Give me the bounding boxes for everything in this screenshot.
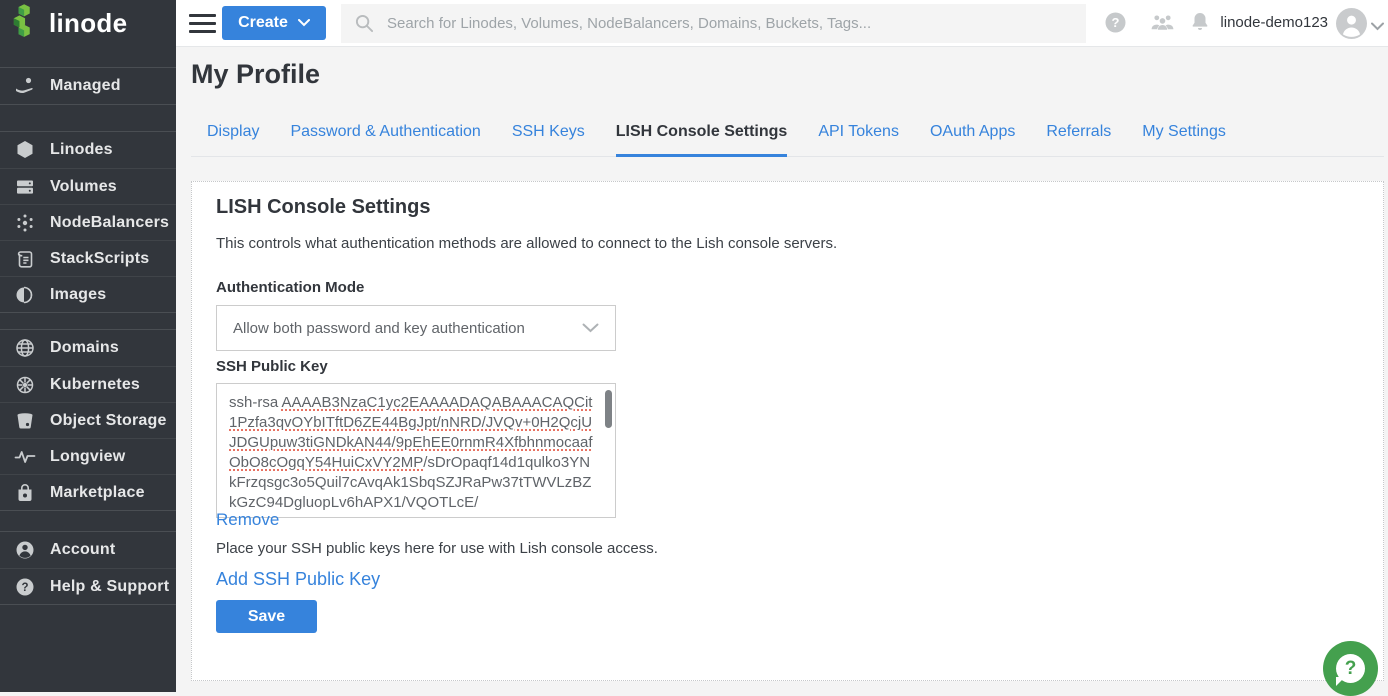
sidebar-item-kubernetes[interactable]: Kubernetes	[0, 366, 176, 402]
sidebar-item-stackscripts[interactable]: StackScripts	[0, 240, 176, 276]
sidebar-item-domains[interactable]: Domains	[0, 330, 176, 366]
ssh-public-key-label: SSH Public Key	[216, 358, 328, 375]
hamburger-menu-icon[interactable]	[189, 14, 216, 33]
chat-bubble-icon: ?	[1336, 654, 1365, 683]
sidebar-item-volumes[interactable]: Volumes	[0, 168, 176, 204]
sidebar-item-images[interactable]: Images	[0, 276, 176, 312]
tab-lish-console-settings[interactable]: LISH Console Settings	[616, 123, 788, 156]
sidebar-item-managed[interactable]: Managed	[0, 68, 176, 104]
lish-settings-panel: LISH Console Settings This controls what…	[191, 181, 1384, 681]
help-icon: ?	[13, 576, 37, 598]
username[interactable]: linode-demo123	[1220, 14, 1328, 31]
sidebar-item-linodes[interactable]: Linodes	[0, 132, 176, 168]
sidebar-item-label: Longview	[50, 448, 125, 466]
sidebar-item-label: Kubernetes	[50, 376, 140, 394]
auth-mode-value: Allow both password and key authenticati…	[233, 320, 525, 337]
linode-cube-icon	[13, 139, 37, 161]
tab-my-settings[interactable]: My Settings	[1142, 123, 1226, 156]
sidebar-group-managed: Managed	[0, 67, 176, 105]
brand-name: linode	[49, 8, 127, 39]
linode-logo[interactable]: linode	[0, 0, 176, 47]
search-input[interactable]	[387, 15, 1072, 32]
sidebar-item-label: Account	[50, 541, 115, 559]
shopping-bag-icon	[13, 482, 37, 504]
pulse-icon	[13, 446, 37, 468]
sidebar-item-marketplace[interactable]: Marketplace	[0, 474, 176, 510]
chevron-down-icon	[582, 323, 599, 333]
sidebar-item-label: Domains	[50, 339, 119, 357]
sidebar-item-nodebalancers[interactable]: NodeBalancers	[0, 204, 176, 240]
sidebar-item-account[interactable]: Account	[0, 532, 176, 568]
sidebar-item-label: Object Storage	[50, 412, 167, 430]
svg-text:?: ?	[21, 582, 28, 594]
textarea-scrollbar[interactable]	[605, 390, 612, 428]
create-button-label: Create	[238, 14, 288, 32]
ssh-public-key-textarea[interactable]: ssh-rsa AAAAB3NzaC1yc2EAAAADAQABAAACAQCi…	[216, 383, 616, 518]
sidebar-item-label: Linodes	[50, 141, 113, 159]
remove-key-link[interactable]: Remove	[216, 510, 279, 530]
sidebar-group-compute: Linodes Volumes	[0, 131, 176, 313]
notifications-bell-icon[interactable]	[1189, 11, 1211, 39]
sidebar-item-object-storage[interactable]: Object Storage	[0, 402, 176, 438]
profile-tabs: Display Password & Authentication SSH Ke…	[191, 123, 1384, 157]
sidebar-item-label: Marketplace	[50, 484, 145, 502]
tab-referrals[interactable]: Referrals	[1046, 123, 1111, 156]
nodebalancers-icon	[13, 212, 37, 234]
linode-logo-icon	[12, 3, 40, 44]
help-circle-icon[interactable]: ?	[1104, 11, 1127, 39]
top-bar: linode Create ?	[0, 0, 1388, 47]
save-button[interactable]: Save	[216, 600, 317, 633]
search-icon	[355, 14, 374, 33]
question-mark: ?	[1345, 658, 1357, 680]
help-fab-button[interactable]: ?	[1323, 641, 1378, 696]
panel-description: This controls what authentication method…	[216, 235, 837, 252]
panel-heading: LISH Console Settings	[216, 196, 430, 219]
chevron-down-icon	[298, 19, 310, 27]
globe-icon	[13, 337, 37, 359]
sidebar-item-longview[interactable]: Longview	[0, 438, 176, 474]
sidebar-item-label: NodeBalancers	[50, 214, 169, 232]
sidebar-item-label: Images	[50, 286, 106, 304]
tab-display[interactable]: Display	[207, 123, 259, 156]
community-icon[interactable]	[1148, 12, 1177, 39]
kubernetes-wheel-icon	[13, 374, 37, 396]
sidebar-item-label: StackScripts	[50, 250, 149, 268]
sidebar-group-account: Account ? Help & Support	[0, 531, 176, 605]
auth-mode-select[interactable]: Allow both password and key authenticati…	[216, 305, 616, 351]
main-content: My Profile Display Password & Authentica…	[176, 47, 1388, 692]
sidebar-item-label: Help & Support	[50, 578, 169, 596]
add-ssh-public-key-link[interactable]: Add SSH Public Key	[216, 569, 380, 590]
sidebar-item-help-support[interactable]: ? Help & Support	[0, 568, 176, 604]
sidebar-item-label: Managed	[50, 77, 121, 95]
svg-text:?: ?	[1112, 15, 1120, 30]
auth-mode-label: Authentication Mode	[216, 279, 364, 296]
ssh-key-prefix: ssh-rsa	[229, 394, 282, 411]
page-title: My Profile	[191, 59, 320, 90]
stackscripts-icon	[13, 248, 37, 270]
volumes-icon	[13, 176, 37, 198]
avatar[interactable]	[1336, 8, 1367, 39]
chevron-down-icon[interactable]	[1371, 18, 1384, 36]
tab-password-authentication[interactable]: Password & Authentication	[290, 123, 480, 156]
tab-api-tokens[interactable]: API Tokens	[818, 123, 899, 156]
tab-ssh-keys[interactable]: SSH Keys	[512, 123, 585, 156]
global-search[interactable]	[341, 4, 1086, 43]
bucket-icon	[13, 410, 37, 432]
sidebar-group-services: Domains Kubernetes Object Storage	[0, 329, 176, 511]
images-icon	[13, 284, 37, 306]
account-icon	[13, 539, 37, 561]
create-button[interactable]: Create	[222, 6, 326, 40]
tab-oauth-apps[interactable]: OAuth Apps	[930, 123, 1015, 156]
ssh-key-helper-text: Place your SSH public keys here for use …	[216, 540, 658, 557]
sidebar-item-label: Volumes	[50, 178, 117, 196]
sidebar-nav: Managed Linodes Volumes	[0, 47, 176, 692]
managed-icon	[13, 75, 37, 97]
